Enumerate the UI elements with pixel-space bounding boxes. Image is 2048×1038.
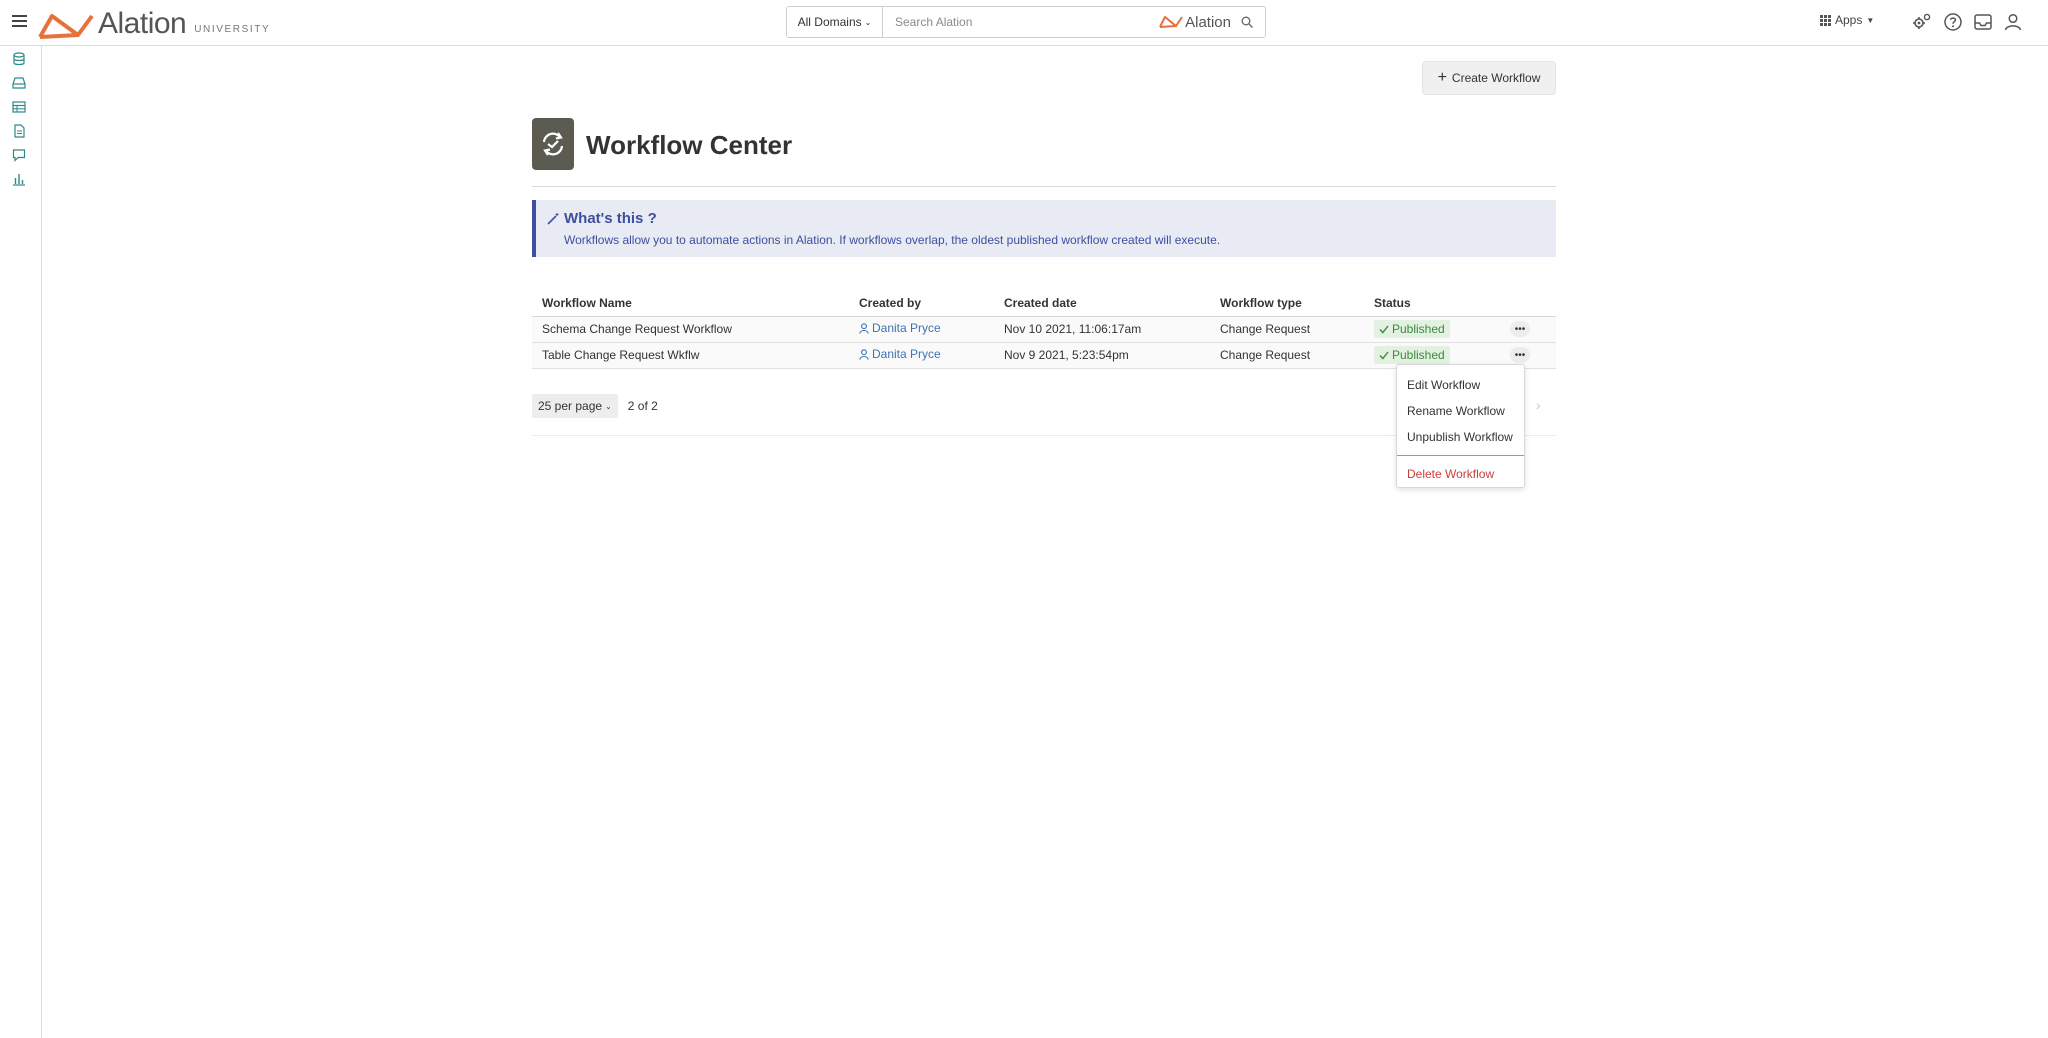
status-badge: Published — [1374, 346, 1450, 364]
chevron-down-icon: ⌄ — [864, 17, 872, 27]
caret-down-icon: ▼ — [1866, 15, 1875, 25]
alation-logo-mark-icon — [38, 14, 94, 39]
column-header-actions — [1500, 290, 1556, 317]
column-header-created-date[interactable]: Created date — [994, 290, 1210, 317]
per-page-selector[interactable]: 25 per page ⌄ — [532, 394, 618, 418]
per-page-label: 25 per page — [538, 399, 603, 413]
created-date: Nov 10 2021, 11:06:17am — [994, 316, 1210, 343]
plus-icon: + — [1437, 69, 1447, 86]
hamburger-menu-icon[interactable] — [12, 13, 27, 31]
table-row[interactable]: Schema Change Request Workflow Danita Pr… — [532, 316, 1556, 343]
created-by-cell: Danita Pryce — [849, 342, 994, 369]
column-header-workflow-type[interactable]: Workflow type — [1210, 290, 1364, 317]
bar-chart-icon[interactable] — [12, 172, 26, 186]
page-title: Workflow Center — [586, 130, 793, 160]
workflow-name[interactable]: Table Change Request Wkflw — [532, 342, 849, 369]
user-link[interactable]: Danita Pryce — [859, 347, 941, 361]
checkmark-icon — [1379, 325, 1389, 334]
alation-logo[interactable]: Alation UNIVERSITY — [38, 5, 270, 39]
domain-selector-label: All Domains — [797, 15, 862, 29]
info-text: Workflows allow you to automate actions … — [564, 233, 1221, 247]
settings-gears-icon[interactable] — [1912, 12, 1932, 32]
more-actions-button[interactable]: ••• — [1510, 347, 1530, 364]
menu-item-rename-workflow[interactable]: Rename Workflow — [1397, 401, 1524, 427]
inbox-icon[interactable] — [1973, 12, 1993, 32]
document-icon[interactable] — [12, 124, 26, 138]
pagination: 25 per page ⌄ 2 of 2 — [532, 394, 658, 418]
global-search: All Domains ⌄ Alation — [786, 6, 1266, 38]
column-header-status[interactable]: Status — [1364, 290, 1500, 317]
title-divider — [532, 186, 1556, 187]
magic-wand-icon — [547, 213, 559, 225]
user-profile-icon[interactable] — [2003, 12, 2023, 32]
workflow-type: Change Request — [1210, 316, 1364, 343]
workflow-name[interactable]: Schema Change Request Workflow — [532, 316, 849, 343]
workflow-center-icon — [532, 118, 574, 170]
storage-drive-icon[interactable] — [12, 76, 26, 90]
status-label: Published — [1392, 322, 1445, 336]
user-icon — [859, 322, 869, 334]
alation-mark-icon — [1159, 16, 1183, 28]
menu-item-delete-workflow[interactable]: Delete Workflow — [1397, 464, 1524, 490]
top-navbar: Alation UNIVERSITY All Domains ⌄ Alation — [0, 0, 2048, 46]
page-count: 2 of 2 — [627, 399, 658, 413]
table-header-row: Workflow Name Created by Created date Wo… — [532, 290, 1556, 317]
create-workflow-label: Create Workflow — [1451, 71, 1541, 85]
status-label: Published — [1392, 348, 1445, 362]
workflow-sync-icon — [542, 132, 564, 156]
column-header-created-by[interactable]: Created by — [849, 290, 994, 317]
table-icon[interactable] — [12, 100, 26, 114]
workflow-table: Workflow Name Created by Created date Wo… — [532, 290, 1556, 369]
user-link[interactable]: Danita Pryce — [859, 321, 941, 335]
domain-selector[interactable]: All Domains ⌄ — [787, 7, 883, 37]
workflow-type: Change Request — [1210, 342, 1364, 369]
chevron-down-icon: ⌄ — [605, 401, 612, 411]
row-actions-menu: Edit Workflow Rename Workflow Unpublish … — [1396, 364, 1525, 488]
database-icon[interactable] — [12, 52, 26, 66]
search-input[interactable] — [883, 8, 1160, 36]
status-cell: Published — [1364, 316, 1500, 343]
logo-subtitle: UNIVERSITY — [194, 24, 271, 35]
menu-item-edit-workflow[interactable]: Edit Workflow — [1397, 375, 1524, 401]
search-icon[interactable] — [1241, 16, 1253, 28]
logo-wordmark: Alation — [98, 7, 187, 40]
next-page-icon[interactable]: › — [1536, 397, 1550, 413]
search-brand: Alation — [1159, 14, 1253, 31]
info-callout: What's this ? Workflows allow you to aut… — [532, 200, 1556, 257]
help-icon[interactable] — [1943, 12, 1963, 32]
user-icon — [859, 348, 869, 360]
apps-menu-button[interactable]: Apps ▼ — [1820, 13, 1874, 27]
user-name: Danita Pryce — [872, 347, 941, 362]
create-workflow-button[interactable]: + Create Workflow — [1422, 61, 1556, 95]
menu-divider — [1397, 455, 1524, 456]
user-name: Danita Pryce — [872, 321, 941, 336]
menu-item-unpublish-workflow[interactable]: Unpublish Workflow — [1397, 427, 1524, 453]
created-date: Nov 9 2021, 5:23:54pm — [994, 342, 1210, 369]
created-by-cell: Danita Pryce — [849, 316, 994, 343]
conversation-icon[interactable] — [12, 148, 26, 162]
apps-label: Apps — [1835, 13, 1863, 27]
checkmark-icon — [1379, 351, 1389, 360]
more-actions-button[interactable]: ••• — [1510, 321, 1530, 338]
actions-cell: ••• — [1500, 316, 1556, 343]
info-title: What's this ? — [564, 210, 657, 227]
search-brand-label: Alation — [1185, 13, 1231, 31]
grid-icon — [1820, 14, 1831, 26]
column-header-workflow-name[interactable]: Workflow Name — [532, 290, 849, 317]
status-badge: Published — [1374, 320, 1450, 338]
left-sidebar — [0, 46, 42, 1038]
